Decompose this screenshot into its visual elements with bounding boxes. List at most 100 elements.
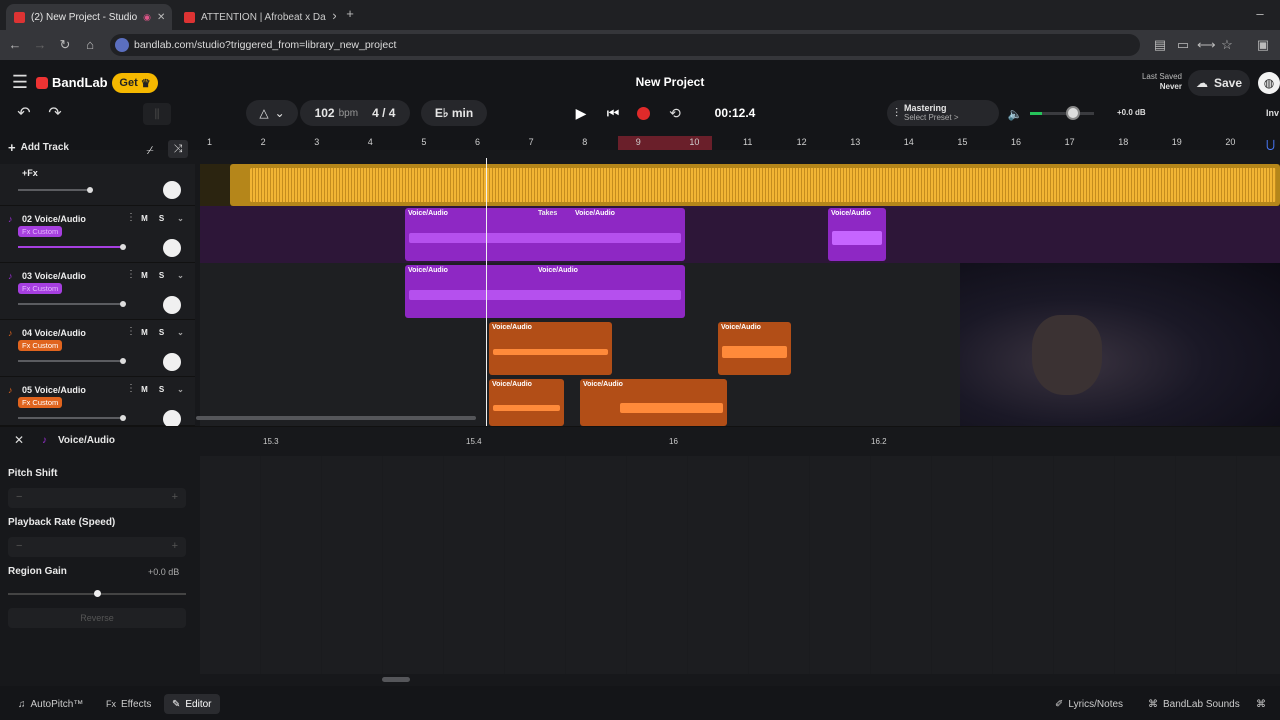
- track-header-1[interactable]: +Fx: [0, 164, 195, 206]
- play-icon[interactable]: ▶: [571, 103, 591, 123]
- solo-button[interactable]: S: [155, 212, 168, 225]
- track-header-5[interactable]: ♪ 05 Voice/Audio ⋮ M S ⌄ Fx Custom: [0, 377, 195, 428]
- track-volume-knob[interactable]: [120, 244, 126, 250]
- metronome-button[interactable]: △ ⌄: [246, 100, 298, 126]
- track-volume-knob[interactable]: [87, 187, 93, 193]
- fx-badge[interactable]: Fx Custom: [18, 283, 63, 294]
- browser-tab-attention[interactable]: ATTENTION | Afrobeat x Da ✕: [176, 4, 336, 30]
- snap-magnet-icon[interactable]: ⋃: [1266, 138, 1278, 151]
- track-volume-slider[interactable]: [18, 189, 90, 191]
- expand-chevron-icon[interactable]: ⌄: [174, 383, 187, 396]
- track-header-2[interactable]: ♪ 02 Voice/Audio ⋮ M S ⌄ Fx Custom: [0, 206, 195, 263]
- fx-badge[interactable]: Fx Custom: [18, 397, 63, 408]
- get-membership-button[interactable]: Get ♛: [112, 73, 158, 93]
- track-menu-icon[interactable]: ⋮: [126, 269, 136, 280]
- track-menu-icon[interactable]: ⋮: [126, 212, 136, 223]
- translate-icon[interactable]: ⟷: [1197, 37, 1216, 53]
- playback-rate-stepper[interactable]: − +: [8, 537, 186, 557]
- invite-button[interactable]: Inv: [1266, 108, 1279, 118]
- close-tab-icon[interactable]: ✕: [157, 12, 165, 23]
- key-selector[interactable]: E♭ min: [421, 100, 487, 126]
- collapse-tracks-icon[interactable]: ⤨: [168, 140, 188, 158]
- track-volume-slider[interactable]: [18, 303, 123, 305]
- close-editor-icon[interactable]: ✕: [10, 430, 28, 450]
- track-volume-slider[interactable]: [18, 246, 123, 248]
- minimize-window-icon[interactable]: –: [1252, 6, 1268, 22]
- autopitch-button[interactable]: ♫ AutoPitch™: [10, 694, 91, 714]
- reverse-button[interactable]: Reverse: [8, 608, 186, 628]
- track-volume-slider[interactable]: [18, 360, 123, 362]
- track-header-4[interactable]: ♪ 04 Voice/Audio ⋮ M S ⌄ Fx Custom: [0, 320, 195, 377]
- audio-clip[interactable]: Voice/Audio Voice/Audio: [405, 265, 685, 318]
- expand-chevron-icon[interactable]: ⌄: [174, 212, 187, 225]
- tracks-horizontal-scrollbar[interactable]: [196, 416, 476, 420]
- track-lane-1[interactable]: [200, 164, 1280, 206]
- record-icon[interactable]: [637, 107, 650, 120]
- menu-icon[interactable]: ☰: [10, 72, 30, 92]
- fx-badge[interactable]: Fx Custom: [18, 340, 63, 351]
- cast-icon[interactable]: ▭: [1175, 37, 1191, 53]
- editor-horizontal-scrollbar[interactable]: [382, 677, 410, 682]
- mute-button[interactable]: M: [138, 269, 151, 282]
- editor-waveform-area[interactable]: [200, 456, 1280, 674]
- pitch-shift-stepper[interactable]: − +: [8, 488, 186, 508]
- mastering-preset-button[interactable]: ⫶ Mastering Select Preset >: [887, 100, 999, 126]
- region-gain-knob[interactable]: [94, 590, 101, 597]
- save-button[interactable]: ☁ Save: [1188, 70, 1250, 96]
- reload-icon[interactable]: ↻: [57, 37, 73, 53]
- editor-button[interactable]: ✎ Editor: [164, 694, 220, 714]
- bandlab-sounds-button[interactable]: ⌘ BandLab Sounds: [1140, 694, 1248, 714]
- audio-clip[interactable]: Voice/Audio Takes Voice/Audio: [405, 208, 685, 261]
- track-pan-knob[interactable]: [163, 239, 181, 257]
- track-pan-knob[interactable]: [163, 353, 181, 371]
- plus-icon[interactable]: +: [172, 491, 178, 503]
- track-volume-knob[interactable]: [120, 358, 126, 364]
- bandlab-logo[interactable]: BandLab: [36, 75, 108, 90]
- track-menu-icon[interactable]: ⋮: [126, 383, 136, 394]
- audio-clip[interactable]: Voice/Audio: [718, 322, 791, 375]
- volume-knob[interactable]: [1066, 106, 1080, 120]
- minus-icon[interactable]: −: [16, 491, 22, 503]
- track-menu-icon[interactable]: ⋮: [126, 326, 136, 337]
- mute-button[interactable]: M: [138, 212, 151, 225]
- playhead[interactable]: [486, 158, 487, 426]
- bookmark-star-icon[interactable]: ☆: [1219, 37, 1235, 53]
- fx-badge[interactable]: Fx Custom: [18, 226, 63, 237]
- audio-clip[interactable]: Voice/Audio: [828, 208, 886, 261]
- track-pan-knob[interactable]: [163, 296, 181, 314]
- project-title[interactable]: New Project: [560, 75, 780, 89]
- new-tab-icon[interactable]: +: [342, 6, 358, 22]
- mute-button[interactable]: M: [138, 326, 151, 339]
- solo-button[interactable]: S: [155, 326, 168, 339]
- extra-panel-icon[interactable]: ⌘: [1256, 694, 1266, 714]
- back-icon[interactable]: ←: [7, 37, 23, 53]
- track-header-3[interactable]: ♪ 03 Voice/Audio ⋮ M S ⌄ Fx Custom: [0, 263, 195, 320]
- minus-icon[interactable]: −: [16, 540, 22, 552]
- add-track-button[interactable]: + Add Track: [8, 140, 69, 155]
- timeline-ruler[interactable]: 1 2 3 4 5 6 7 8 9 10 11 12 13 14 15 16 17 18 19 20 ⋃: [200, 136, 1280, 153]
- undo-icon[interactable]: ↶: [14, 104, 34, 124]
- audio-clip[interactable]: Voice/Audio: [489, 322, 612, 375]
- forward-icon[interactable]: →: [32, 37, 48, 53]
- region-gain-slider[interactable]: [8, 590, 186, 597]
- track-volume-knob[interactable]: [120, 415, 126, 421]
- url-field[interactable]: bandlab.com/studio?triggered_from=librar…: [110, 34, 1140, 56]
- track-lane-2[interactable]: Voice/Audio Takes Voice/Audio Voice/Audi…: [200, 206, 1280, 263]
- home-icon[interactable]: ⌂: [82, 37, 98, 53]
- mute-button[interactable]: M: [138, 383, 151, 396]
- track-volume-slider[interactable]: [18, 417, 123, 419]
- effects-button[interactable]: Fx Effects: [98, 694, 159, 714]
- track-volume-knob[interactable]: [120, 301, 126, 307]
- loop-icon[interactable]: ⟲: [665, 103, 685, 123]
- mixer-icon[interactable]: ⫼: [143, 103, 171, 125]
- sidebar-icon[interactable]: ▣: [1255, 37, 1271, 53]
- master-volume-slider[interactable]: [1030, 106, 1094, 120]
- audio-clip-beat[interactable]: [230, 164, 1280, 206]
- close-tab-icon[interactable]: ✕: [332, 12, 336, 23]
- expand-chevron-icon[interactable]: ⌄: [174, 326, 187, 339]
- audio-clip[interactable]: Voice/Audio: [580, 379, 727, 426]
- tempo-signature-control[interactable]: 102 bpm 4 / 4: [300, 100, 410, 126]
- reading-mode-icon[interactable]: ▤: [1152, 37, 1168, 53]
- plus-icon[interactable]: +: [172, 540, 178, 552]
- audio-clip[interactable]: Voice/Audio: [489, 379, 564, 426]
